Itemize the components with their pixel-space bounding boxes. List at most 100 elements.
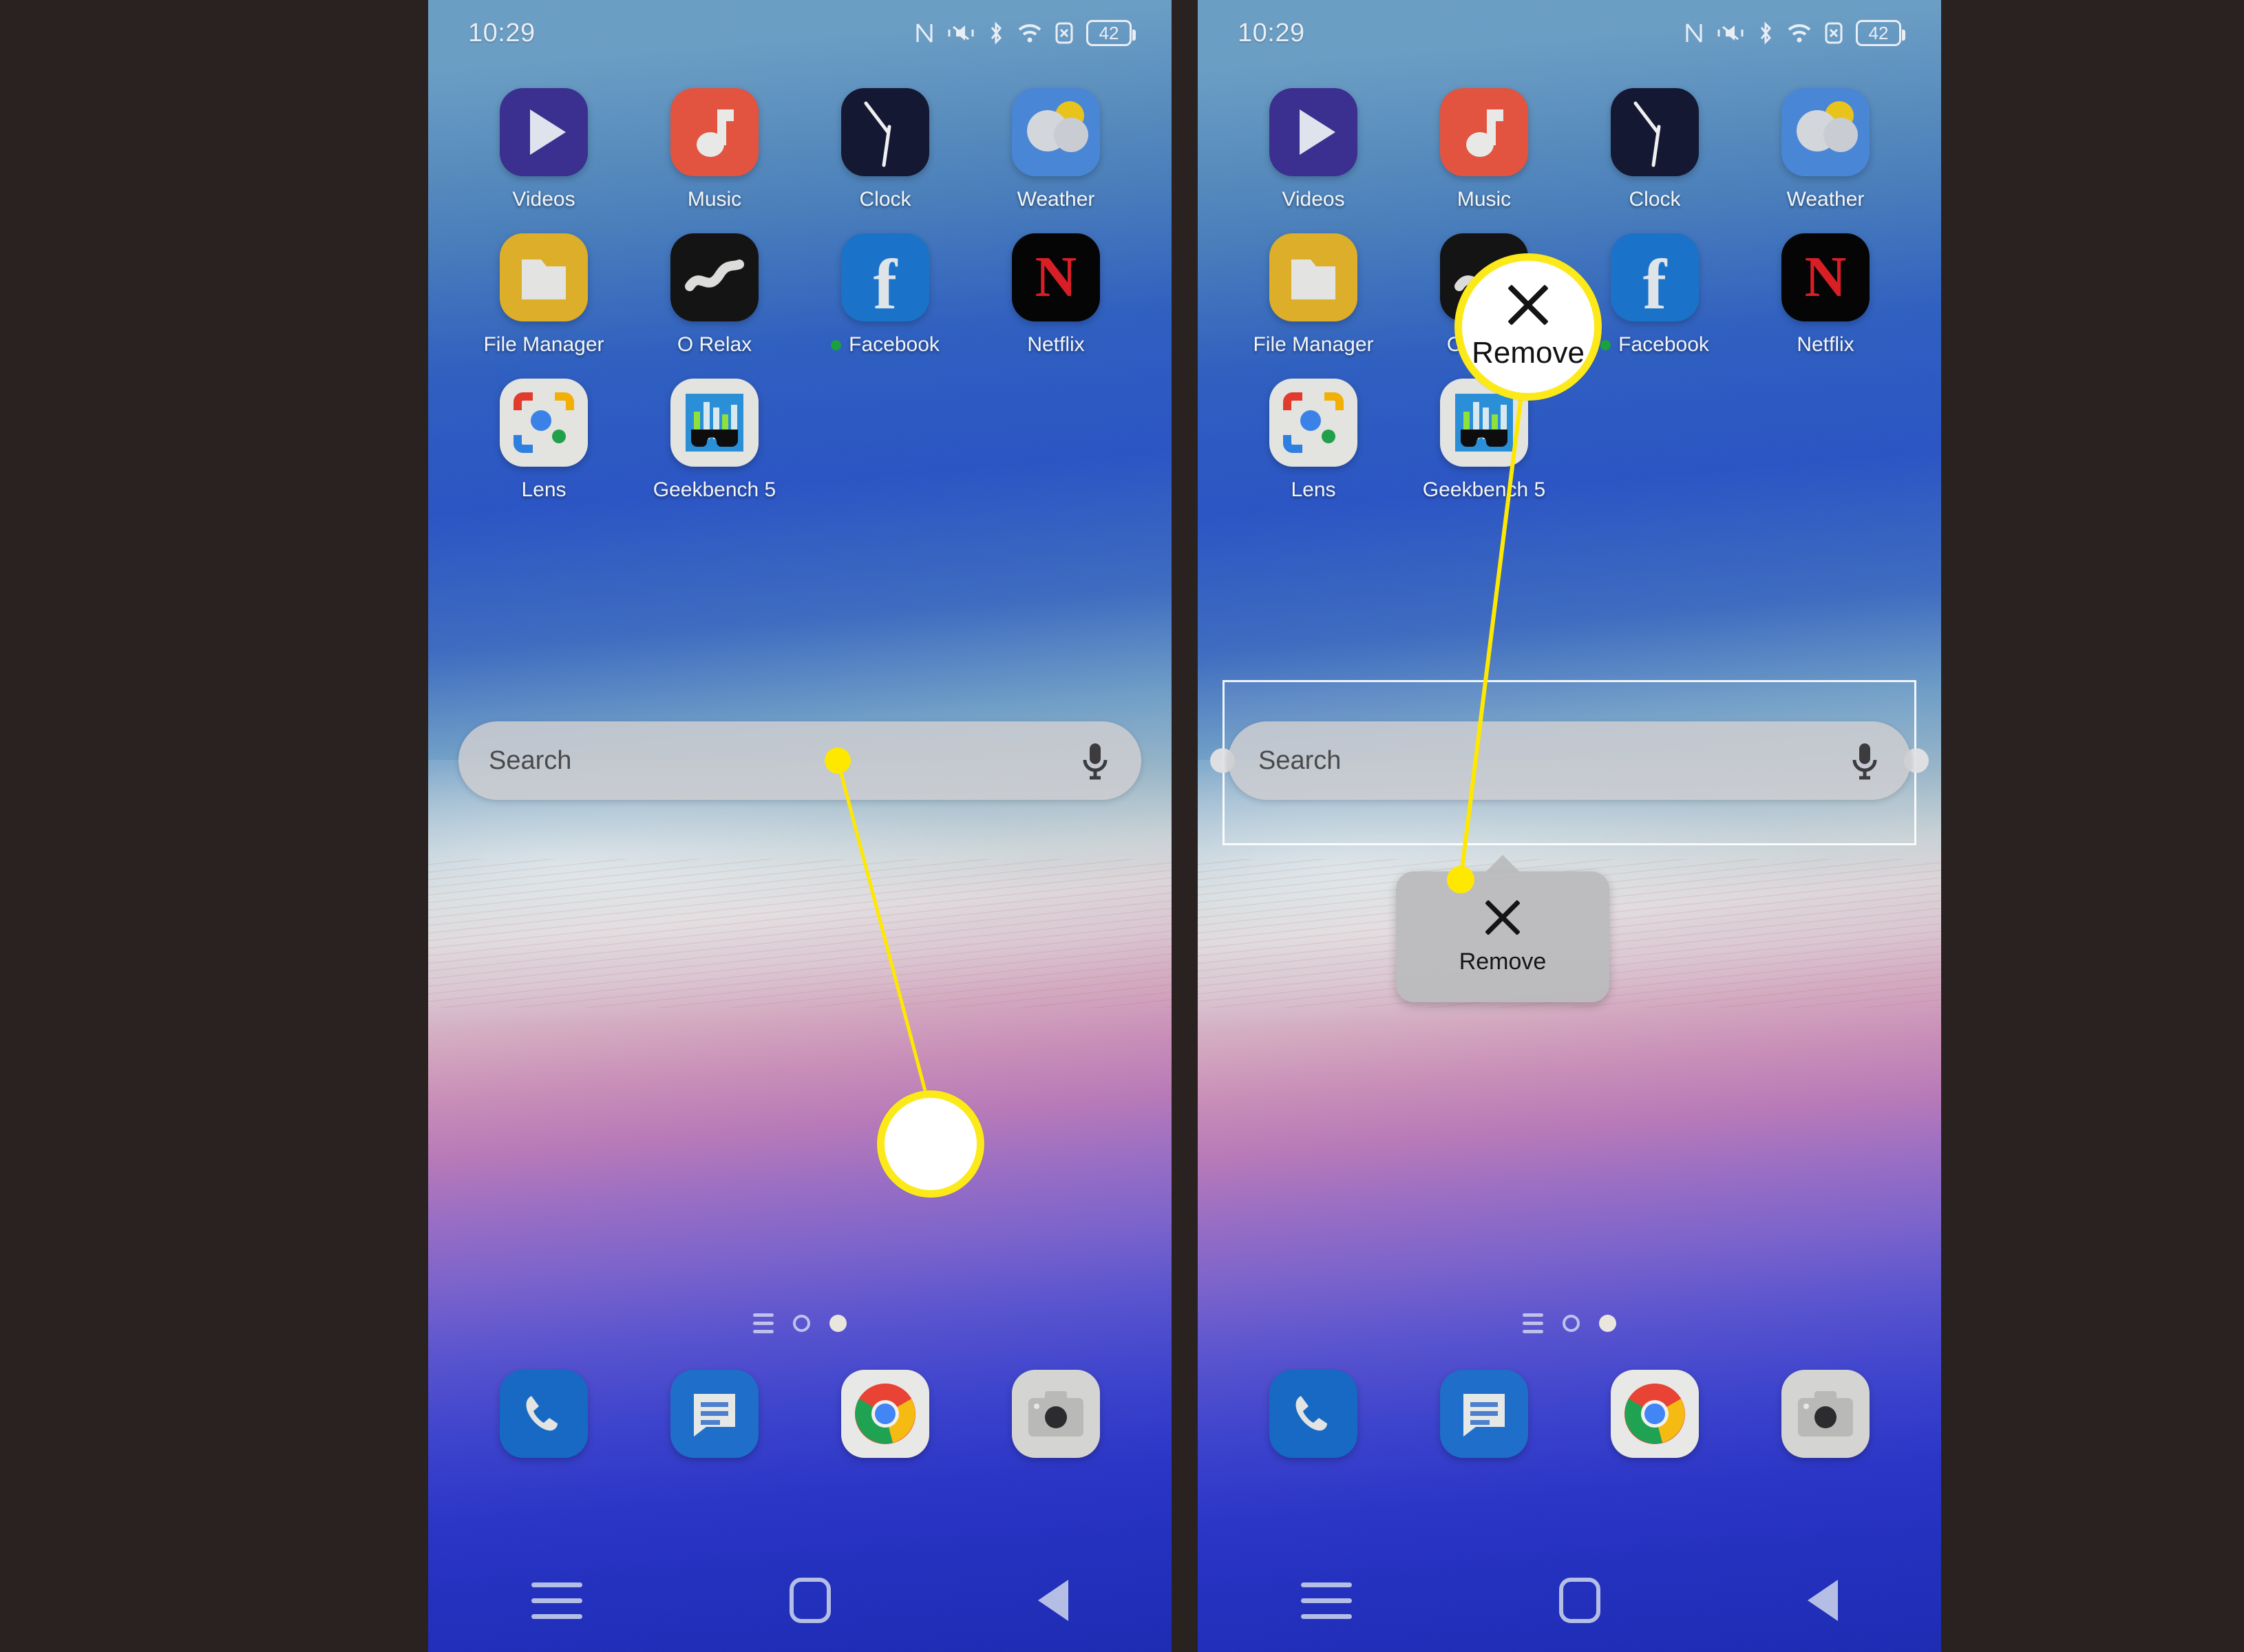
app-weather[interactable]: Weather (971, 88, 1141, 211)
home-icon[interactable] (789, 1578, 831, 1623)
app-label: Weather (1017, 188, 1095, 211)
dock-camera[interactable] (1740, 1370, 1911, 1458)
app-videos[interactable]: Videos (458, 88, 629, 211)
recents-icon[interactable] (1301, 1582, 1353, 1619)
app-netflix[interactable]: N Netflix (971, 233, 1141, 357)
app-weather[interactable]: Weather (1740, 88, 1911, 211)
battery-icon: 42 (1856, 20, 1905, 46)
app-netflix[interactable]: N Netflix (1740, 233, 1911, 357)
wifi-icon (1018, 24, 1041, 43)
back-icon[interactable] (1037, 1580, 1068, 1621)
app-drawer-lines-icon[interactable] (753, 1313, 774, 1333)
status-icons: 42 (1684, 20, 1905, 46)
app-row: Lens Geekbench 5 (458, 379, 1141, 524)
netflix-icon: N (1012, 233, 1100, 321)
app-row: File Manager O Relax f Facebook N Netfli… (1228, 233, 1911, 379)
recents-icon[interactable] (531, 1582, 583, 1619)
app-clock[interactable]: Clock (1569, 88, 1740, 211)
app-drawer-lines-icon[interactable] (1523, 1313, 1543, 1333)
page-dot-hollow[interactable] (793, 1315, 810, 1332)
o-relax-icon (1440, 233, 1528, 321)
page-indicators (428, 1313, 1172, 1333)
vibrate-mute-icon (1717, 25, 1744, 41)
app-o-relax[interactable]: O Relax (629, 233, 800, 357)
app-label: O Relax (677, 333, 752, 356)
page-dot-filled[interactable] (829, 1315, 847, 1332)
dock-camera[interactable] (971, 1370, 1141, 1458)
geekbench-icon (670, 379, 759, 467)
nfc-icon (1686, 23, 1702, 43)
page-dot-filled[interactable] (1599, 1315, 1616, 1332)
popup-notch (1485, 855, 1521, 873)
app-label: Geekbench 5 (1422, 478, 1546, 501)
google-lens-icon (500, 379, 588, 467)
navigation-bar (428, 1549, 1172, 1652)
search-placeholder: Search (1258, 745, 1342, 775)
app-videos[interactable]: Videos (1228, 88, 1399, 211)
status-bar: 10:29 42 (428, 0, 1172, 66)
status-clock: 10:29 (1238, 18, 1305, 47)
sim-disabled-icon (1825, 22, 1843, 44)
app-file-manager[interactable]: File Manager (1228, 233, 1399, 357)
camera-icon (1012, 1370, 1100, 1458)
sim-disabled-icon (1055, 22, 1073, 44)
music-icon (1440, 88, 1528, 176)
back-icon[interactable] (1807, 1580, 1838, 1621)
dock-chrome[interactable] (800, 1370, 971, 1458)
chrome-icon (1611, 1370, 1699, 1458)
app-geekbench[interactable]: Geekbench 5 (1399, 379, 1569, 502)
clock-icon (841, 88, 929, 176)
music-icon (670, 88, 759, 176)
chrome-icon (841, 1370, 929, 1458)
app-geekbench[interactable]: Geekbench 5 (629, 379, 800, 502)
app-grid: Videos Music Clock Weather File Manager … (428, 88, 1172, 524)
messages-icon (1440, 1370, 1528, 1458)
app-facebook[interactable]: f Facebook (800, 233, 971, 357)
camera-icon (1781, 1370, 1870, 1458)
dock-messages[interactable] (629, 1370, 800, 1458)
dock-phone[interactable] (1228, 1370, 1399, 1458)
search-widget[interactable]: Search (1228, 721, 1911, 800)
phone-panel-right: 10:29 42 Videos Music Clock Weather File… (1198, 0, 1941, 1652)
app-label: Clock (1629, 188, 1681, 211)
microphone-icon[interactable] (1079, 739, 1111, 782)
app-label: File Manager (1253, 333, 1374, 356)
wallpaper-streaks (428, 859, 1172, 1008)
app-music[interactable]: Music (1399, 88, 1569, 211)
phone-panel-left: 10:29 42 Videos Music Clock Weather File… (428, 0, 1172, 1652)
app-file-manager[interactable]: File Manager (458, 233, 629, 357)
app-o-relax[interactable]: O Relax (1399, 233, 1569, 357)
remove-label: Remove (1459, 948, 1547, 975)
home-icon[interactable] (1558, 1578, 1600, 1623)
search-input[interactable]: Search (458, 721, 1141, 800)
clock-icon (1611, 88, 1699, 176)
app-lens[interactable]: Lens (1228, 379, 1399, 502)
status-icons: 42 (914, 20, 1136, 46)
app-label: Weather (1786, 188, 1865, 211)
battery-level: 42 (1099, 22, 1119, 43)
netflix-icon: N (1781, 233, 1870, 321)
app-facebook[interactable]: f Facebook (1569, 233, 1740, 357)
status-clock: 10:29 (468, 18, 536, 47)
app-label: Clock (859, 188, 911, 211)
notification-badge-dot (1600, 339, 1611, 350)
app-row: Lens Geekbench 5 (1228, 379, 1911, 524)
app-clock[interactable]: Clock (800, 88, 971, 211)
microphone-icon[interactable] (1849, 739, 1881, 782)
app-label: Videos (1282, 188, 1345, 211)
remove-popup[interactable]: Remove (1396, 855, 1609, 1002)
videos-icon (500, 88, 588, 176)
dock-phone[interactable] (458, 1370, 629, 1458)
search-input[interactable]: Search (1228, 721, 1911, 800)
app-row: File Manager O Relax f Facebook N Netfli… (458, 233, 1141, 379)
dock-messages[interactable] (1399, 1370, 1569, 1458)
dock-chrome[interactable] (1569, 1370, 1740, 1458)
page-dot-hollow[interactable] (1563, 1315, 1580, 1332)
screenshot-stage: 10:29 42 Videos Music Clock Weather File… (0, 0, 2244, 1652)
app-music[interactable]: Music (629, 88, 800, 211)
geekbench-icon (1440, 379, 1528, 467)
app-lens[interactable]: Lens (458, 379, 629, 502)
search-widget[interactable]: Search (458, 721, 1141, 800)
app-label: Facebook (1600, 333, 1709, 357)
search-placeholder: Search (489, 745, 572, 775)
